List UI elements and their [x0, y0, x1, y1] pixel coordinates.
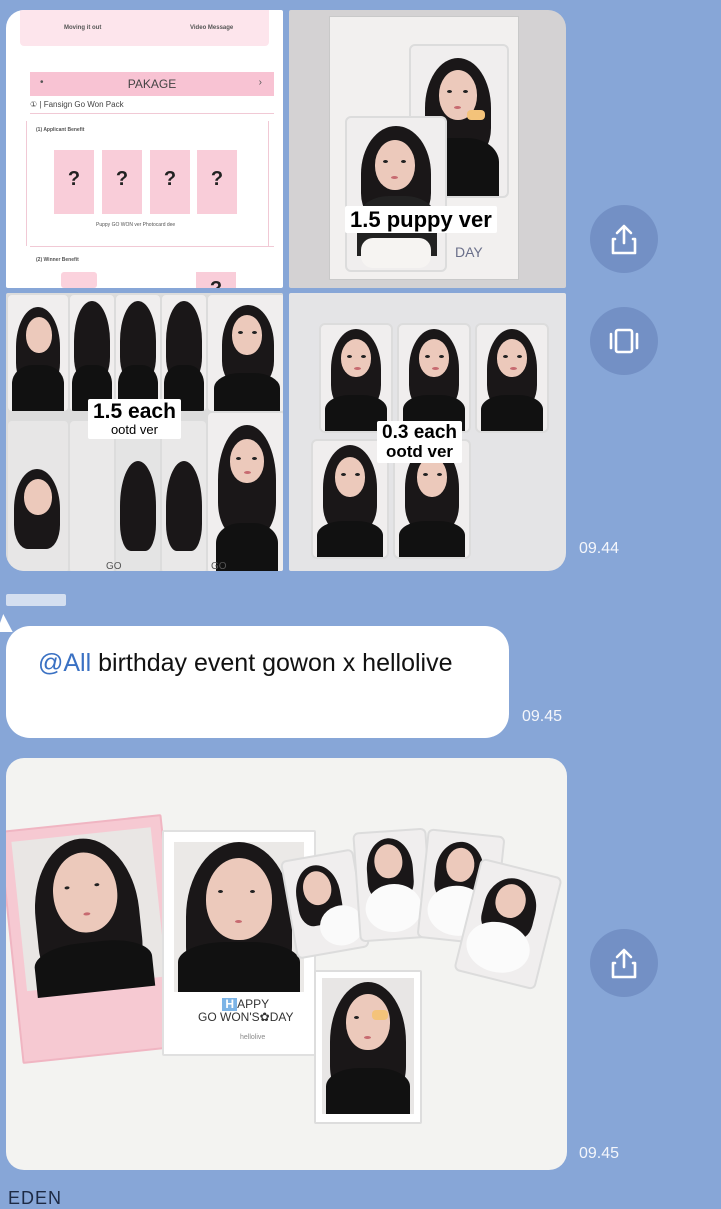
message-bubble[interactable]: @All birthday event gowon x hellolive [6, 626, 509, 738]
gallery-icon [609, 328, 639, 354]
puppy-ver-image[interactable]: 1.5 puppy ver DAY [289, 10, 566, 288]
mention-all[interactable]: @All [38, 649, 91, 677]
next-sender-name: EDEN [8, 1188, 63, 1208]
share-icon [611, 224, 637, 255]
share-icon [611, 948, 637, 979]
go-text-2: GO [211, 561, 227, 571]
doc-moving-label: Moving it out [64, 25, 102, 31]
brand-logo: hellolive [240, 1034, 266, 1041]
ootd-cheap-image[interactable]: 0.3 each ootd ver [289, 293, 566, 571]
timestamp-1: 09.44 [579, 540, 620, 557]
birthday-event-image[interactable]: H APPY GO WON'S✿DAY hellolive [6, 758, 567, 1170]
photocard-caption: Puppy GO WON ver Photocard dee [96, 222, 176, 228]
happy-text-block: H APPY GO WON'S✿DAY [198, 997, 294, 1024]
pack-name: ① | Fansign Go Won Pack [30, 100, 124, 109]
sender-name-redacted [6, 594, 66, 606]
gift-icon [61, 272, 97, 288]
timestamp-3: 09.45 [579, 1145, 620, 1162]
timestamp-2: 09.45 [522, 708, 563, 725]
message-text: birthday event gowon x hellolive [91, 649, 453, 677]
applicant-benefit: (1) Applicant Benefit [36, 127, 85, 133]
puppy-price-label: 1.5 puppy ver [345, 206, 497, 234]
winner-benefit: (2) Winner Benefit [36, 257, 79, 263]
go-text-1: GO [106, 561, 122, 571]
doc-video-label: Video Message [190, 25, 234, 31]
share-button-1[interactable] [590, 205, 658, 273]
cheap-price-label: 0.3 each ootd ver [377, 421, 462, 463]
each-price-label: 1.5 each ootd ver [88, 399, 181, 439]
package-title-bar: • PAKAGE › [30, 72, 274, 96]
doc-header-bar: Moving it out Video Message [20, 10, 269, 46]
puppy-day-text: DAY [455, 244, 483, 260]
share-button-2[interactable] [590, 929, 658, 997]
package-title: PAKAGE [127, 77, 177, 91]
ootd-each-image[interactable]: 1.5 each ootd ver GO GO [6, 293, 283, 571]
gallery-button[interactable] [590, 307, 658, 375]
fansign-package-image[interactable]: Moving it out Video Message • PAKAGE › ①… [6, 10, 283, 288]
